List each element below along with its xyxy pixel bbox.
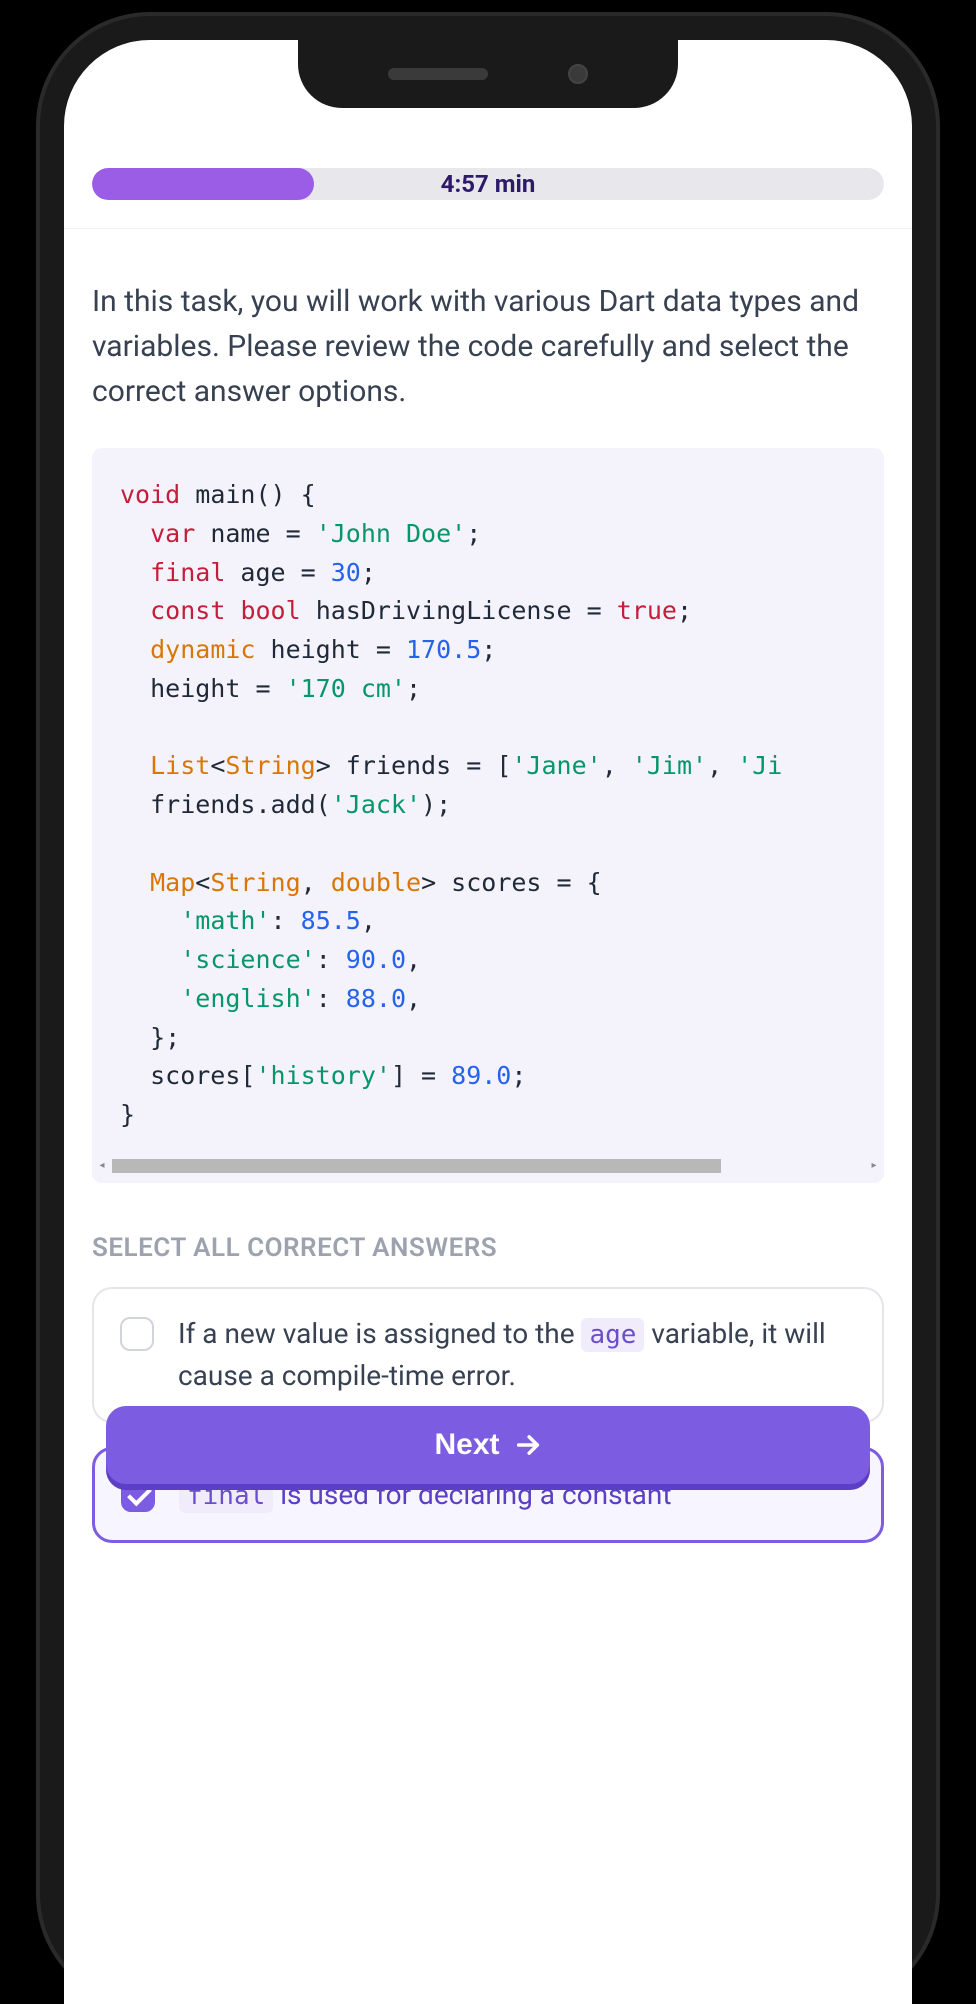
progress-bar: 4:57 min [92,168,884,200]
code-horizontal-scrollbar[interactable]: ◂ ▸ [92,1155,884,1177]
scroll-track[interactable] [112,1159,864,1173]
app-content: 4:57 min In this task, you will work wit… [64,128,912,2004]
task-body: In this task, you will work with various… [64,229,912,1543]
phone-notch [298,40,678,108]
timer-text: 4:57 min [92,168,884,200]
answer-text: If a new value is assigned to the age va… [178,1313,856,1397]
code-content: void main() { var name = 'John Doe'; fin… [92,476,884,1155]
code-block: void main() { var name = 'John Doe'; fin… [92,448,884,1183]
arrow-right-icon [514,1431,542,1459]
next-button-label: Next [434,1428,499,1462]
answer-option-0[interactable]: If a new value is assigned to the age va… [92,1287,884,1423]
scroll-thumb[interactable] [112,1159,721,1173]
progress-section: 4:57 min [64,128,912,229]
screen: 4:57 min In this task, you will work wit… [64,40,912,2004]
scroll-left-arrow-icon[interactable]: ◂ [96,1160,108,1172]
instructions-text: In this task, you will work with various… [92,279,884,414]
phone-frame: 4:57 min In this task, you will work wit… [40,16,936,2004]
section-title: SELECT ALL CORRECT ANSWERS [92,1233,884,1263]
notch-camera [568,64,588,84]
notch-speaker [388,68,488,80]
next-button[interactable]: Next [106,1406,870,1484]
scroll-right-arrow-icon[interactable]: ▸ [868,1160,880,1172]
inline-code: age [581,1318,644,1352]
answer-checkbox[interactable] [120,1317,154,1351]
